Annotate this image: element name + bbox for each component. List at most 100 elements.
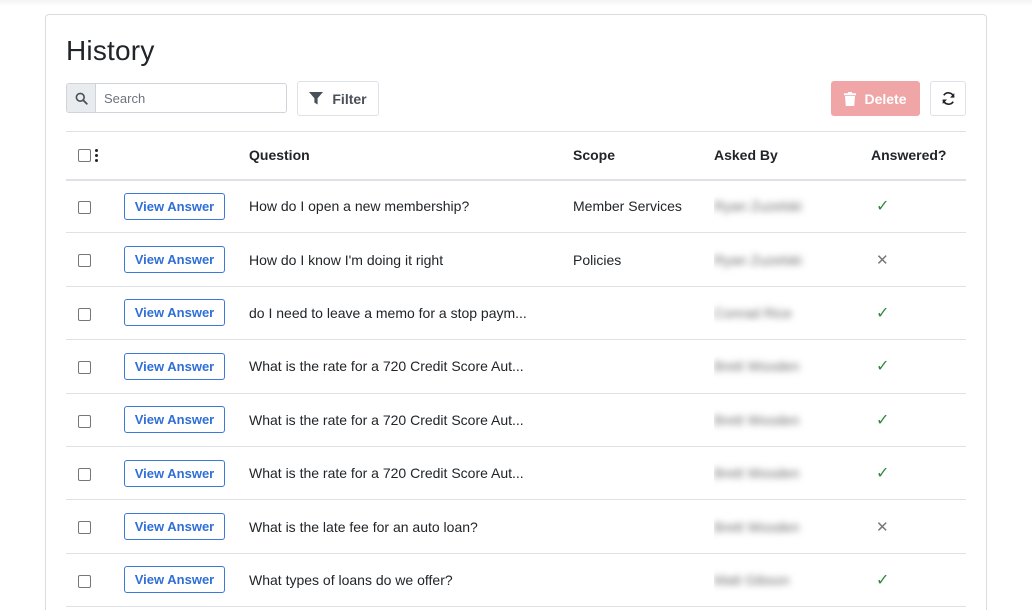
question-cell: do I need to leave a memo for a stop pay… xyxy=(249,304,527,321)
question-cell: What is the rate for a 720 Credit Score … xyxy=(249,465,524,482)
question-cell: What is the rate for a 720 Credit Score … xyxy=(249,411,524,428)
search-icon[interactable] xyxy=(67,84,96,112)
unanswered-x-icon: ✕ xyxy=(876,251,889,269)
row-checkbox[interactable] xyxy=(78,467,91,481)
answered-cell: ✓ xyxy=(871,446,966,499)
view-answer-button[interactable]: View Answer xyxy=(124,406,225,434)
answered-check-icon: ✓ xyxy=(876,465,890,483)
row-select-cell xyxy=(66,393,124,446)
row-select-cell xyxy=(66,553,124,606)
row-checkbox[interactable] xyxy=(78,414,91,428)
unanswered-x-icon: ✕ xyxy=(876,518,889,536)
asked-by-cell: Brett Wooden xyxy=(714,393,871,446)
refresh-button[interactable] xyxy=(930,81,966,116)
table-header-row: Question Scope Asked By Answered? xyxy=(66,131,966,180)
answered-cell: ✕ xyxy=(871,233,966,286)
answered-check-icon: ✓ xyxy=(876,198,890,216)
asked-by-cell: Brett Wooden xyxy=(714,500,871,553)
scope-cell xyxy=(573,286,714,339)
row-action-cell: View Answer xyxy=(124,393,249,446)
asked-by-cell: Brett Wooden xyxy=(714,340,871,393)
refresh-icon xyxy=(942,92,954,105)
row-action-cell: View Answer xyxy=(124,446,249,499)
asked-by-name: Ryan Zuzelski xyxy=(714,198,802,215)
answered-cell: ✓ xyxy=(871,286,966,339)
view-answer-button[interactable]: View Answer xyxy=(124,566,225,594)
row-checkbox[interactable] xyxy=(78,574,91,588)
row-action-cell: View Answer xyxy=(124,180,249,233)
answered-check-icon: ✓ xyxy=(876,304,890,322)
view-answer-button[interactable]: View Answer xyxy=(124,299,225,327)
scope-cell xyxy=(573,340,714,393)
scope-cell: Policies xyxy=(573,251,622,268)
view-answer-button[interactable]: View Answer xyxy=(124,246,225,274)
answered-cell: ✕ xyxy=(871,500,966,553)
row-select-cell xyxy=(66,286,124,339)
table-row: View Answer What types of loans do we off… xyxy=(66,553,966,607)
asked-by-name: Matt Gibson xyxy=(714,571,790,588)
asked-by-name: Brett Wooden xyxy=(714,518,800,535)
view-answer-button[interactable]: View Answer xyxy=(124,513,225,541)
delete-label: Delete xyxy=(864,90,907,107)
asked-by-name: Brett Wooden xyxy=(714,358,800,375)
column-header-question[interactable]: Question xyxy=(249,132,573,180)
filter-button[interactable]: Filter xyxy=(297,81,379,116)
asked-by-name: Conrad Rice xyxy=(714,304,792,321)
history-card: History Filter Delete xyxy=(45,14,987,610)
question-cell: What is the rate for a 720 Credit Score … xyxy=(249,358,524,375)
table-row: View Answer What is the rate for a 720 Cr… xyxy=(66,446,966,500)
column-header-actions xyxy=(124,132,249,180)
row-action-cell: View Answer xyxy=(124,286,249,339)
view-answer-button[interactable]: View Answer xyxy=(124,192,225,220)
row-select-cell xyxy=(66,340,124,393)
scope-cell xyxy=(573,500,714,553)
column-header-scope[interactable]: Scope xyxy=(573,132,714,180)
row-checkbox[interactable] xyxy=(78,254,91,268)
scope-cell xyxy=(573,446,714,499)
column-header-asked-by[interactable]: Asked By xyxy=(714,132,871,180)
answered-cell: ✓ xyxy=(871,553,966,606)
answered-check-icon: ✓ xyxy=(876,571,890,589)
asked-by-cell: Ryan Zuzelski xyxy=(714,180,871,233)
scope-cell: Member Services xyxy=(573,198,682,215)
filter-icon xyxy=(309,92,324,105)
table-row: View Answer How do I open a new membershi… xyxy=(66,180,966,233)
row-action-cell: View Answer xyxy=(124,233,249,286)
search-input[interactable] xyxy=(96,84,286,112)
row-checkbox[interactable] xyxy=(78,201,91,215)
row-action-cell: View Answer xyxy=(124,553,249,606)
delete-button[interactable]: Delete xyxy=(831,81,920,116)
view-answer-button[interactable]: View Answer xyxy=(124,459,225,487)
select-all-cell xyxy=(66,132,124,180)
row-select-cell xyxy=(66,500,124,553)
asked-by-cell: Ryan Zuzelski xyxy=(714,233,871,286)
history-table: Question Scope Asked By Answered? View A… xyxy=(66,131,966,607)
table-row: View Answer How do I know I'm doing it ri… xyxy=(66,233,966,287)
scope-cell xyxy=(573,553,714,606)
answered-cell: ✓ xyxy=(871,393,966,446)
row-select-cell xyxy=(66,446,124,499)
asked-by-cell: Brett Wooden xyxy=(714,446,871,499)
view-answer-button[interactable]: View Answer xyxy=(124,352,225,380)
row-checkbox[interactable] xyxy=(78,521,91,535)
top-shadow xyxy=(0,0,1032,6)
scope-cell xyxy=(573,393,714,446)
page-title: History xyxy=(66,35,155,66)
row-checkbox[interactable] xyxy=(78,361,91,375)
answered-cell: ✓ xyxy=(871,340,966,393)
row-select-cell xyxy=(66,233,124,286)
select-all-checkbox[interactable] xyxy=(78,148,91,162)
column-header-answered[interactable]: Answered? xyxy=(871,132,966,180)
asked-by-cell: Matt Gibson xyxy=(714,553,871,606)
answered-check-icon: ✓ xyxy=(876,411,890,429)
row-select-cell xyxy=(66,180,124,233)
table-row: View Answer What is the late fee for an a… xyxy=(66,500,966,554)
row-checkbox[interactable] xyxy=(78,307,91,321)
filter-label: Filter xyxy=(332,90,367,107)
table-row: View Answer What is the rate for a 720 Cr… xyxy=(66,340,966,394)
kebab-menu-icon[interactable] xyxy=(95,148,98,162)
row-action-cell: View Answer xyxy=(124,340,249,393)
question-cell: How do I open a new membership? xyxy=(249,198,470,215)
table-row: View Answer do I need to leave a memo for… xyxy=(66,286,966,340)
question-cell: What is the late fee for an auto loan? xyxy=(249,518,478,535)
